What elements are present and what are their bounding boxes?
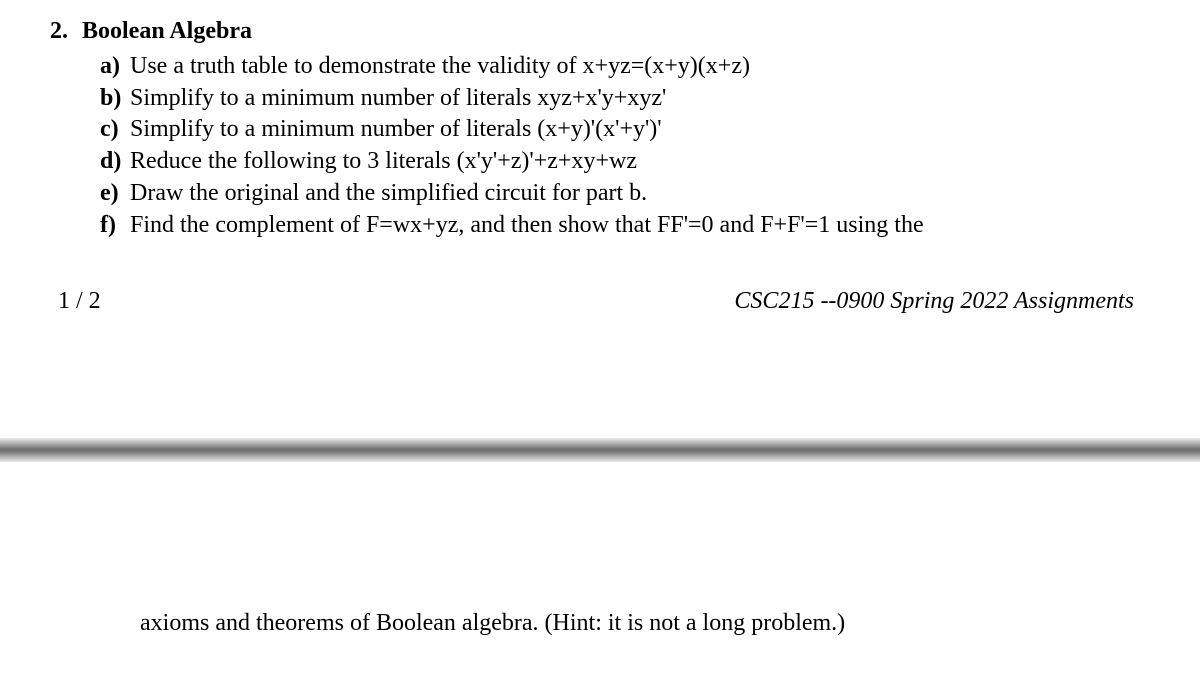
page-2-content: axioms and theorems of Boolean algebra. … xyxy=(0,610,1200,637)
question-title: Boolean Algebra xyxy=(82,18,252,45)
item-marker: f) xyxy=(100,210,130,241)
list-item: c) Simplify to a minimum number of liter… xyxy=(100,114,1150,145)
item-text: Simplify to a minimum number of literals… xyxy=(130,83,1150,114)
item-text: Find the complement of F=wx+yz, and then… xyxy=(130,210,1150,241)
item-text: Draw the original and the simplified cir… xyxy=(130,178,1150,209)
continuation-text: axioms and theorems of Boolean algebra. … xyxy=(140,610,1060,637)
page-footer: 1 / 2 CSC215 --0900 Spring 2022 Assignme… xyxy=(50,288,1150,315)
item-marker: d) xyxy=(100,146,130,177)
list-item: a) Use a truth table to demonstrate the … xyxy=(100,51,1150,82)
question-number: 2. xyxy=(50,18,68,45)
item-marker: c) xyxy=(100,114,130,145)
page-divider xyxy=(0,438,1200,462)
item-text: Simplify to a minimum number of literals… xyxy=(130,114,1150,145)
page-content: 2. Boolean Algebra a) Use a truth table … xyxy=(0,0,1200,315)
item-marker: a) xyxy=(100,51,130,82)
page-indicator: 1 / 2 xyxy=(58,288,101,315)
item-marker: b) xyxy=(100,83,130,114)
item-marker: e) xyxy=(100,178,130,209)
item-text: Reduce the following to 3 literals (x'y'… xyxy=(130,146,1150,177)
item-text: Use a truth table to demonstrate the val… xyxy=(130,51,1150,82)
list-item: d) Reduce the following to 3 literals (x… xyxy=(100,146,1150,177)
list-item: b) Simplify to a minimum number of liter… xyxy=(100,83,1150,114)
question-header: 2. Boolean Algebra xyxy=(50,18,1150,45)
list-item: e) Draw the original and the simplified … xyxy=(100,178,1150,209)
course-footer: CSC215 --0900 Spring 2022 Assignments xyxy=(734,288,1134,315)
question-items: a) Use a truth table to demonstrate the … xyxy=(100,51,1150,240)
list-item: f) Find the complement of F=wx+yz, and t… xyxy=(100,210,1150,241)
